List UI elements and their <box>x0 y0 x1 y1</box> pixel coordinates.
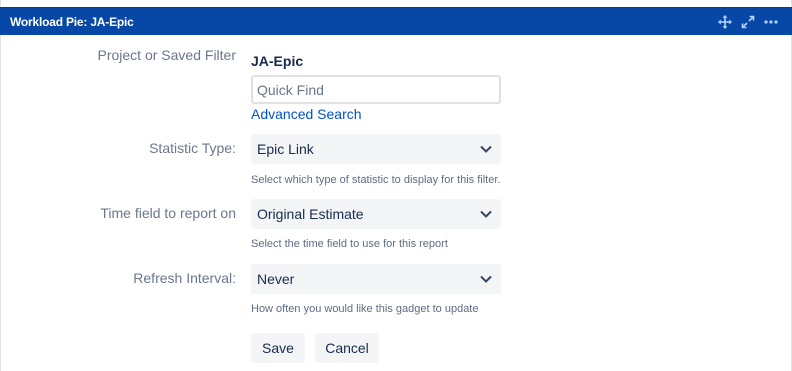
chevron-down-icon <box>480 210 492 218</box>
more-icon[interactable] <box>764 15 778 29</box>
statistic-type-label: Statistic Type: <box>149 140 236 156</box>
time-field-value: Original Estimate <box>257 206 364 222</box>
project-filter-label: Project or Saved Filter <box>97 47 237 63</box>
quick-find-input[interactable] <box>251 75 501 104</box>
expand-icon[interactable] <box>741 15 755 29</box>
gadget-header: Workload Pie: JA-Epic <box>0 7 792 35</box>
save-button[interactable]: Save <box>251 333 305 363</box>
cancel-button[interactable]: Cancel <box>315 333 379 363</box>
advanced-search-link[interactable]: Advanced Search <box>251 106 362 122</box>
refresh-interval-label: Refresh Interval: <box>133 270 236 286</box>
chevron-down-icon <box>480 145 492 153</box>
statistic-type-value: Epic Link <box>257 141 314 157</box>
gadget-header-actions <box>718 15 778 29</box>
time-field-select[interactable]: Original Estimate <box>251 199 501 229</box>
chevron-down-icon <box>480 275 492 283</box>
statistic-type-help: Select which type of statistic to displa… <box>251 174 501 186</box>
refresh-interval-value: Never <box>257 271 295 287</box>
refresh-interval-help: How often you would like this gadget to … <box>251 303 479 315</box>
project-filter-value: JA-Epic <box>251 53 304 69</box>
move-icon[interactable] <box>718 15 732 29</box>
gadget-title: Workload Pie: JA-Epic <box>10 15 134 29</box>
refresh-interval-select[interactable]: Never <box>251 264 501 294</box>
time-field-label: Time field to report on <box>100 205 236 221</box>
statistic-type-select[interactable]: Epic Link <box>251 134 501 164</box>
time-field-help: Select the time field to use for this re… <box>251 238 448 250</box>
